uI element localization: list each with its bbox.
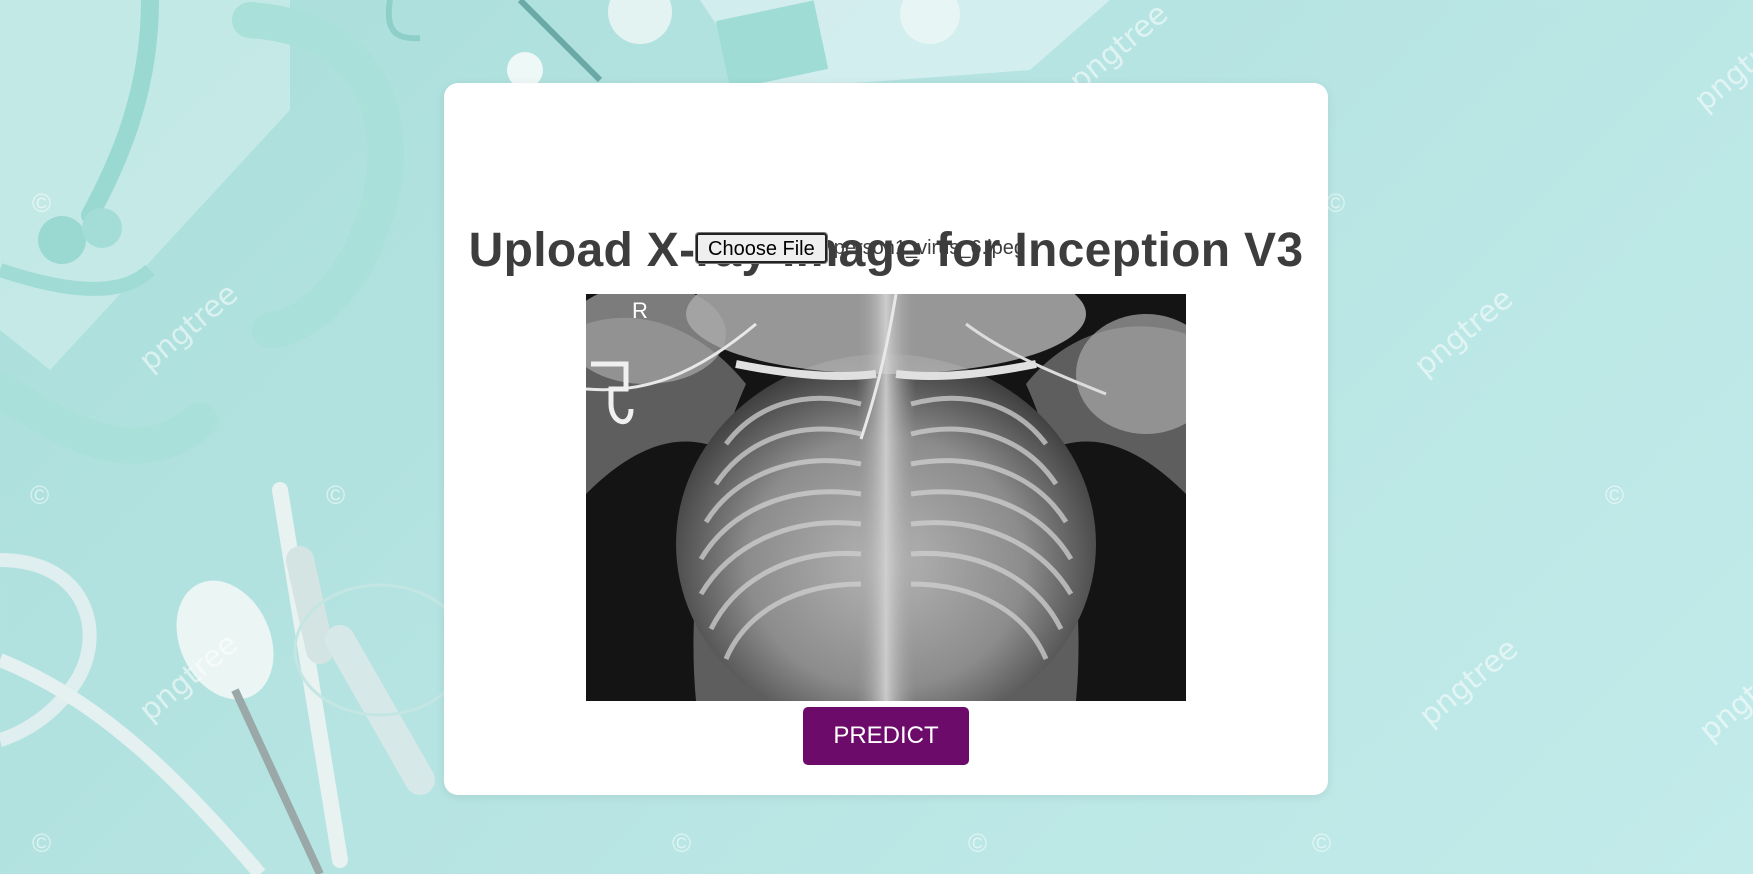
watermark-copyright-icon: © [1326, 188, 1346, 218]
watermark-copyright-icon: © [1605, 480, 1625, 510]
xray-marker-label: R [632, 298, 648, 323]
xray-image: R [586, 294, 1186, 701]
selected-file-name: person1_virus_6.jpeg [833, 236, 1025, 259]
watermark-copyright-icon: © [30, 480, 50, 510]
choose-file-button[interactable]: Choose File [695, 232, 828, 264]
predict-button[interactable]: PREDICT [803, 707, 969, 765]
watermark-copyright-icon: © [1312, 828, 1332, 858]
watermark-copyright-icon: © [32, 828, 52, 858]
watermark-copyright-icon: © [32, 188, 52, 218]
watermark-copyright-icon: © [672, 828, 692, 858]
upload-card: Upload X-ray Image for Inception V3 Choo… [444, 83, 1328, 795]
watermark-copyright-icon: © [968, 828, 988, 858]
xray-preview-image: R [586, 294, 1186, 701]
watermark-copyright-icon: © [326, 480, 346, 510]
file-input-row: Choose File person1_virus_6.jpeg [695, 232, 1025, 264]
